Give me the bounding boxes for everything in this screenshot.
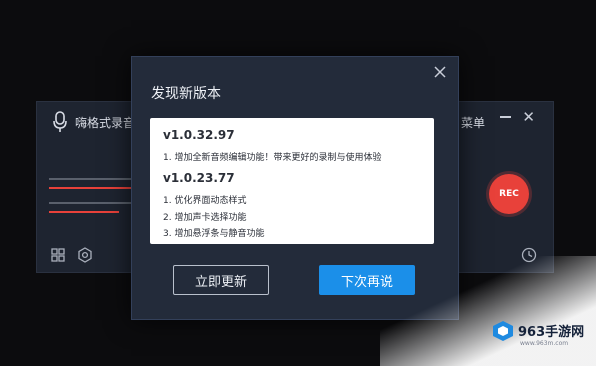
remind-later-button[interactable]: 下次再说: [319, 265, 415, 295]
watermark-url: www.963m.com: [520, 340, 569, 347]
close-icon[interactable]: [432, 64, 448, 80]
site-logo-icon: [493, 321, 513, 341]
release-note: 2. 增加声卡选择功能: [163, 213, 247, 223]
release-note: 1. 优化界面动态样式: [163, 196, 247, 206]
release-version: v1.0.32.97: [163, 128, 235, 142]
dialog-title: 发现新版本: [151, 86, 221, 102]
grid-icon[interactable]: [51, 248, 65, 262]
watermark-brand: 963手游网: [518, 325, 585, 340]
release-notes-panel[interactable]: v1.0.32.97 1. 增加全新音频编辑功能！带来更好的录制与使用体验 v1…: [150, 118, 434, 244]
microphone-icon: [53, 111, 67, 132]
audio-level-bar: [49, 211, 119, 213]
minimize-button[interactable]: [500, 116, 511, 118]
release-note: 1. 增加全新音频编辑功能！带来更好的录制与使用体验: [163, 153, 382, 163]
watermark: 963手游网 www.963m.com: [490, 316, 594, 364]
release-note: 3. 增加悬浮条与静音功能: [163, 229, 265, 239]
app-title: 嗨格式录音: [75, 116, 136, 130]
audio-level-bar: [49, 187, 139, 189]
close-window-button[interactable]: ✕: [522, 108, 535, 126]
menu-button[interactable]: 菜单: [461, 114, 485, 131]
record-button[interactable]: REC: [489, 174, 529, 214]
gear-icon[interactable]: [77, 247, 93, 263]
release-version: v1.0.23.77: [163, 171, 235, 185]
update-now-button[interactable]: 立即更新: [173, 265, 269, 295]
update-dialog: 发现新版本 v1.0.32.97 1. 增加全新音频编辑功能！带来更好的录制与使…: [131, 56, 459, 320]
clock-icon[interactable]: [521, 247, 537, 263]
